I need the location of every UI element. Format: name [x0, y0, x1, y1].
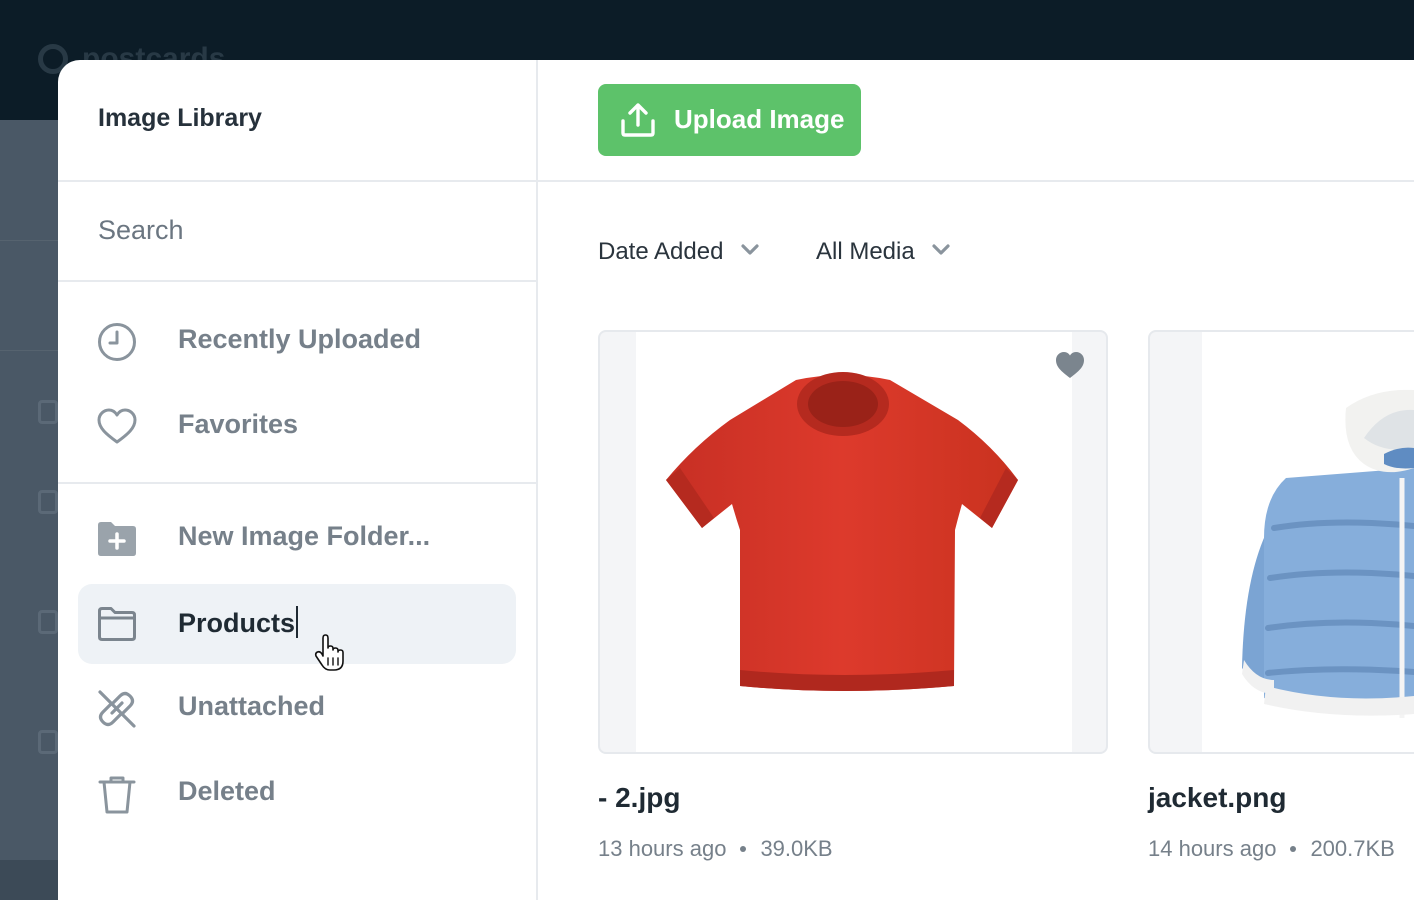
- chevron-down-icon: [741, 244, 759, 255]
- trash-icon: [98, 776, 136, 814]
- background-divider: [0, 350, 60, 351]
- clock-icon: [98, 323, 136, 361]
- chevron-down-icon: [932, 244, 950, 255]
- nav-unattached[interactable]: Unattached: [78, 669, 516, 749]
- nav-new-image-folder[interactable]: New Image Folder...: [78, 499, 516, 579]
- blue-jacket-image: [1242, 389, 1414, 718]
- nav-favorites[interactable]: Favorites: [78, 387, 516, 467]
- image-meta: 13 hours ago 39.0KB: [598, 836, 833, 862]
- upload-time: 13 hours ago: [598, 836, 727, 861]
- dropdown-label: Date Added: [598, 238, 724, 265]
- file-size: 39.0KB: [760, 836, 833, 861]
- search-input[interactable]: [98, 208, 498, 252]
- red-tshirt-image: [666, 372, 1018, 691]
- nav-deleted[interactable]: Deleted: [78, 754, 516, 834]
- upload-icon: [621, 103, 655, 137]
- library-main: Upload Image Date Added All Media - 2.jp…: [538, 60, 1414, 900]
- background-icon: [38, 730, 58, 754]
- divider: [58, 482, 536, 484]
- image-file-name: jacket.png: [1148, 782, 1287, 813]
- text-caret: [296, 606, 299, 638]
- upload-time: 14 hours ago: [1148, 836, 1277, 861]
- divider: [538, 180, 1414, 182]
- image-thumbnail[interactable]: [1148, 330, 1414, 754]
- folder-name-input[interactable]: Products: [178, 606, 299, 639]
- nav-label: Unattached: [178, 691, 326, 721]
- divider: [58, 180, 536, 182]
- image-file-name: - 2.jpg: [598, 782, 681, 813]
- background-icon: [38, 610, 58, 634]
- folder-icon: [98, 607, 136, 641]
- dropdown-label: All Media: [816, 238, 915, 265]
- background-divider: [0, 240, 60, 241]
- upload-image-button[interactable]: Upload Image: [598, 84, 861, 156]
- nav-folder-products[interactable]: Products: [78, 584, 516, 664]
- nav-label: Favorites: [178, 409, 299, 439]
- heart-icon: [97, 408, 137, 444]
- unlink-icon: [98, 690, 136, 728]
- divider: [58, 280, 536, 282]
- image-meta: 14 hours ago 200.7KB: [1148, 836, 1395, 862]
- nav-recently-uploaded[interactable]: Recently Uploaded: [78, 302, 516, 382]
- nav-label: New Image Folder...: [178, 521, 431, 551]
- background-sidebar: [0, 120, 60, 860]
- background-icon: [38, 490, 58, 514]
- folder-name-text: Products: [178, 608, 296, 638]
- separator-dot: [1290, 846, 1297, 852]
- image-thumbnail[interactable]: [598, 330, 1108, 754]
- library-sidebar: Image Library Recently Uploaded Favorite…: [58, 60, 538, 900]
- modal-title: Image Library: [98, 104, 262, 132]
- media-type-dropdown[interactable]: All Media: [816, 238, 951, 274]
- file-size: 200.7KB: [1310, 836, 1395, 861]
- separator-dot: [740, 846, 747, 852]
- nav-label: Deleted: [178, 776, 276, 806]
- hand-pointer-cursor-icon: [314, 634, 344, 671]
- upload-button-label: Upload Image: [674, 104, 845, 134]
- image-library-modal: Image Library Recently Uploaded Favorite…: [58, 60, 1414, 900]
- folder-plus-icon: [98, 522, 136, 556]
- sort-date-added-dropdown[interactable]: Date Added: [598, 238, 760, 274]
- nav-label: Recently Uploaded: [178, 324, 422, 354]
- background-icon: [38, 400, 58, 424]
- favorite-heart-icon[interactable]: [1054, 350, 1086, 380]
